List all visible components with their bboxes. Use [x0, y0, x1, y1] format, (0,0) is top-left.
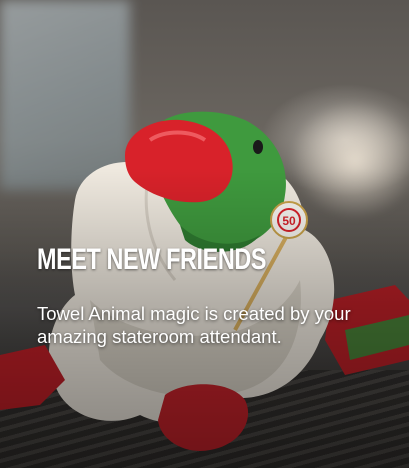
card-title: MEET NEW FRIENDS: [37, 243, 267, 276]
promo-card: 50 MEET NEW FRIENDS Towel Animal magic i…: [0, 0, 409, 468]
eye: [253, 140, 263, 154]
card-description: Towel Animal magic is created by your am…: [37, 303, 351, 347]
